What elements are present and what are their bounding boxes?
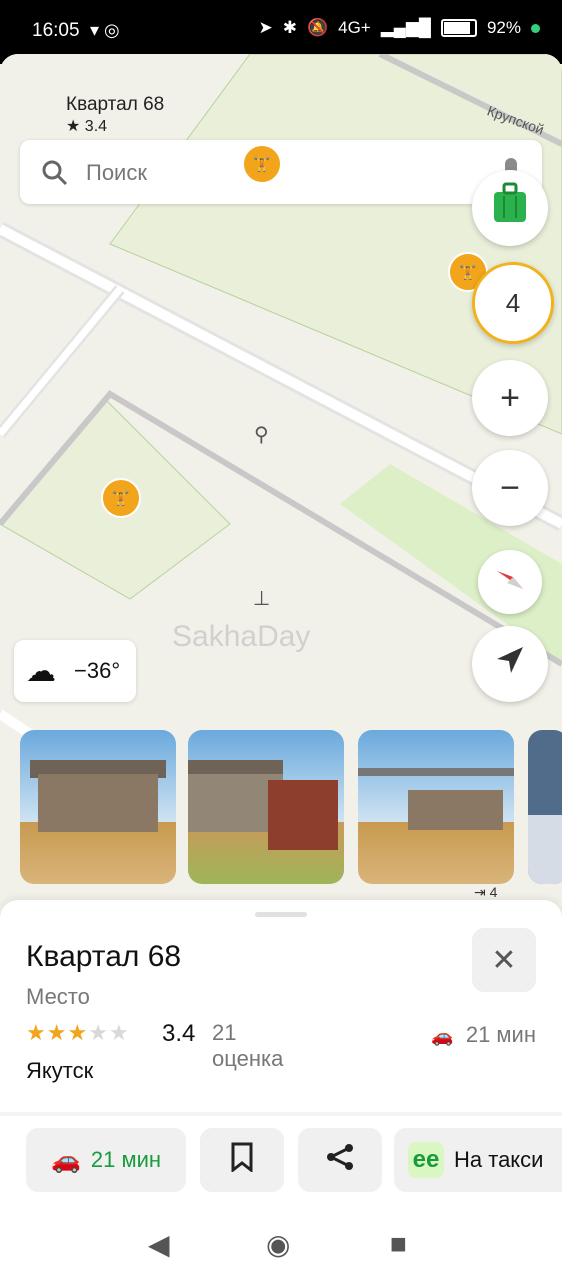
place-photo-1[interactable] (20, 730, 176, 884)
zoom-out-button[interactable]: − (472, 450, 548, 526)
system-nav: ◀ ◉ ■ (0, 1206, 562, 1280)
weather-temp: −36° (74, 658, 121, 683)
recents-icon[interactable]: ■ (390, 1228, 407, 1260)
bookmark-button[interactable] (200, 1128, 284, 1192)
back-icon[interactable]: ◀ (148, 1228, 170, 1261)
location-icon: ➤ (258, 18, 273, 37)
battery-percent: 92% (486, 18, 521, 37)
star-icon: ★ (88, 1020, 109, 1045)
network-label: 4G+ (338, 18, 371, 37)
route-button[interactable]: 🚗 21 мин (26, 1128, 186, 1192)
place-photo-2[interactable] (188, 730, 344, 884)
card-handle[interactable] (255, 912, 307, 917)
place-category: Место (26, 984, 90, 1009)
watermark: SakhaDay (172, 620, 311, 653)
close-button[interactable]: ✕ (472, 928, 536, 992)
bookmark-icon (230, 1142, 254, 1178)
layers-count-button[interactable]: 4 (472, 262, 554, 344)
star-icon: ★ (46, 1020, 68, 1045)
compass-button[interactable] (478, 550, 542, 614)
bench-icon[interactable]: ⊥ (253, 586, 270, 611)
close-icon: ✕ (491, 943, 517, 977)
home-icon[interactable]: ◉ (266, 1228, 290, 1261)
plus-icon: + (500, 378, 520, 417)
top-place-label[interactable]: Квартал 68 ★ 3.4 (66, 94, 164, 136)
star-icon: ★ (108, 1020, 130, 1045)
status-left-icons: ▾ ◎ (90, 20, 120, 40)
top-place-rating: ★ 3.4 (66, 118, 108, 135)
eta: 🚗 21 мин (431, 1022, 536, 1047)
weather-widget[interactable]: ☁ −36° (14, 640, 136, 702)
place-title: Квартал 68 (26, 940, 182, 973)
place-city: Якутск (26, 1058, 94, 1083)
search-bar[interactable]: Поиск (20, 140, 542, 204)
taxi-icon: ee (408, 1142, 444, 1178)
dnd-icon: 🔕 (306, 18, 329, 37)
signal-icon: ▂▄▆█ (380, 18, 431, 37)
status-dot (531, 23, 540, 33)
place-photo-3[interactable] (358, 730, 514, 884)
car-icon: 🚗 (50, 1146, 81, 1174)
place-photo-4[interactable] (528, 730, 562, 884)
gym-poi-icon[interactable]: 🏋 (242, 144, 282, 184)
status-right: ➤ ✱ 🔕 4G+ ▂▄▆█ 92% (258, 18, 540, 38)
minus-icon: − (500, 468, 520, 507)
search-icon (40, 158, 68, 191)
compass-icon (493, 561, 527, 604)
gym-poi-icon[interactable]: 🏋 (101, 478, 141, 518)
locate-icon (495, 645, 525, 684)
share-button[interactable] (298, 1128, 382, 1192)
star-icon: ★ (26, 1020, 47, 1045)
bag-icon (492, 182, 528, 235)
locate-button[interactable] (472, 626, 548, 702)
taxi-button[interactable]: ee На такси (394, 1128, 562, 1192)
top-place-name: Квартал 68 (66, 94, 165, 115)
rating-count: 21 оценка (212, 1020, 284, 1071)
star-icon: ★ (67, 1020, 89, 1045)
car-icon: 🚗 (431, 1026, 454, 1046)
rating-stars: ★★★★★ (26, 1020, 130, 1046)
rating-score: 3.4 (162, 1020, 196, 1047)
photo-count: ⇥ 4 (474, 884, 498, 900)
bluetooth-icon: ✱ (282, 18, 297, 37)
zoom-in-button[interactable]: + (472, 360, 548, 436)
battery-icon (440, 19, 477, 37)
bag-button[interactable] (472, 170, 548, 246)
layers-count: 4 (505, 287, 521, 318)
photo-arrow-icon: ⇥ (474, 884, 486, 900)
poi-small-icon[interactable]: ⚲ (254, 422, 269, 447)
search-placeholder: Поиск (86, 160, 147, 185)
card-divider (0, 1112, 562, 1116)
share-icon (325, 1142, 355, 1178)
status-time: 16:05 (32, 20, 80, 41)
cloud-icon: ☁ (26, 655, 56, 688)
